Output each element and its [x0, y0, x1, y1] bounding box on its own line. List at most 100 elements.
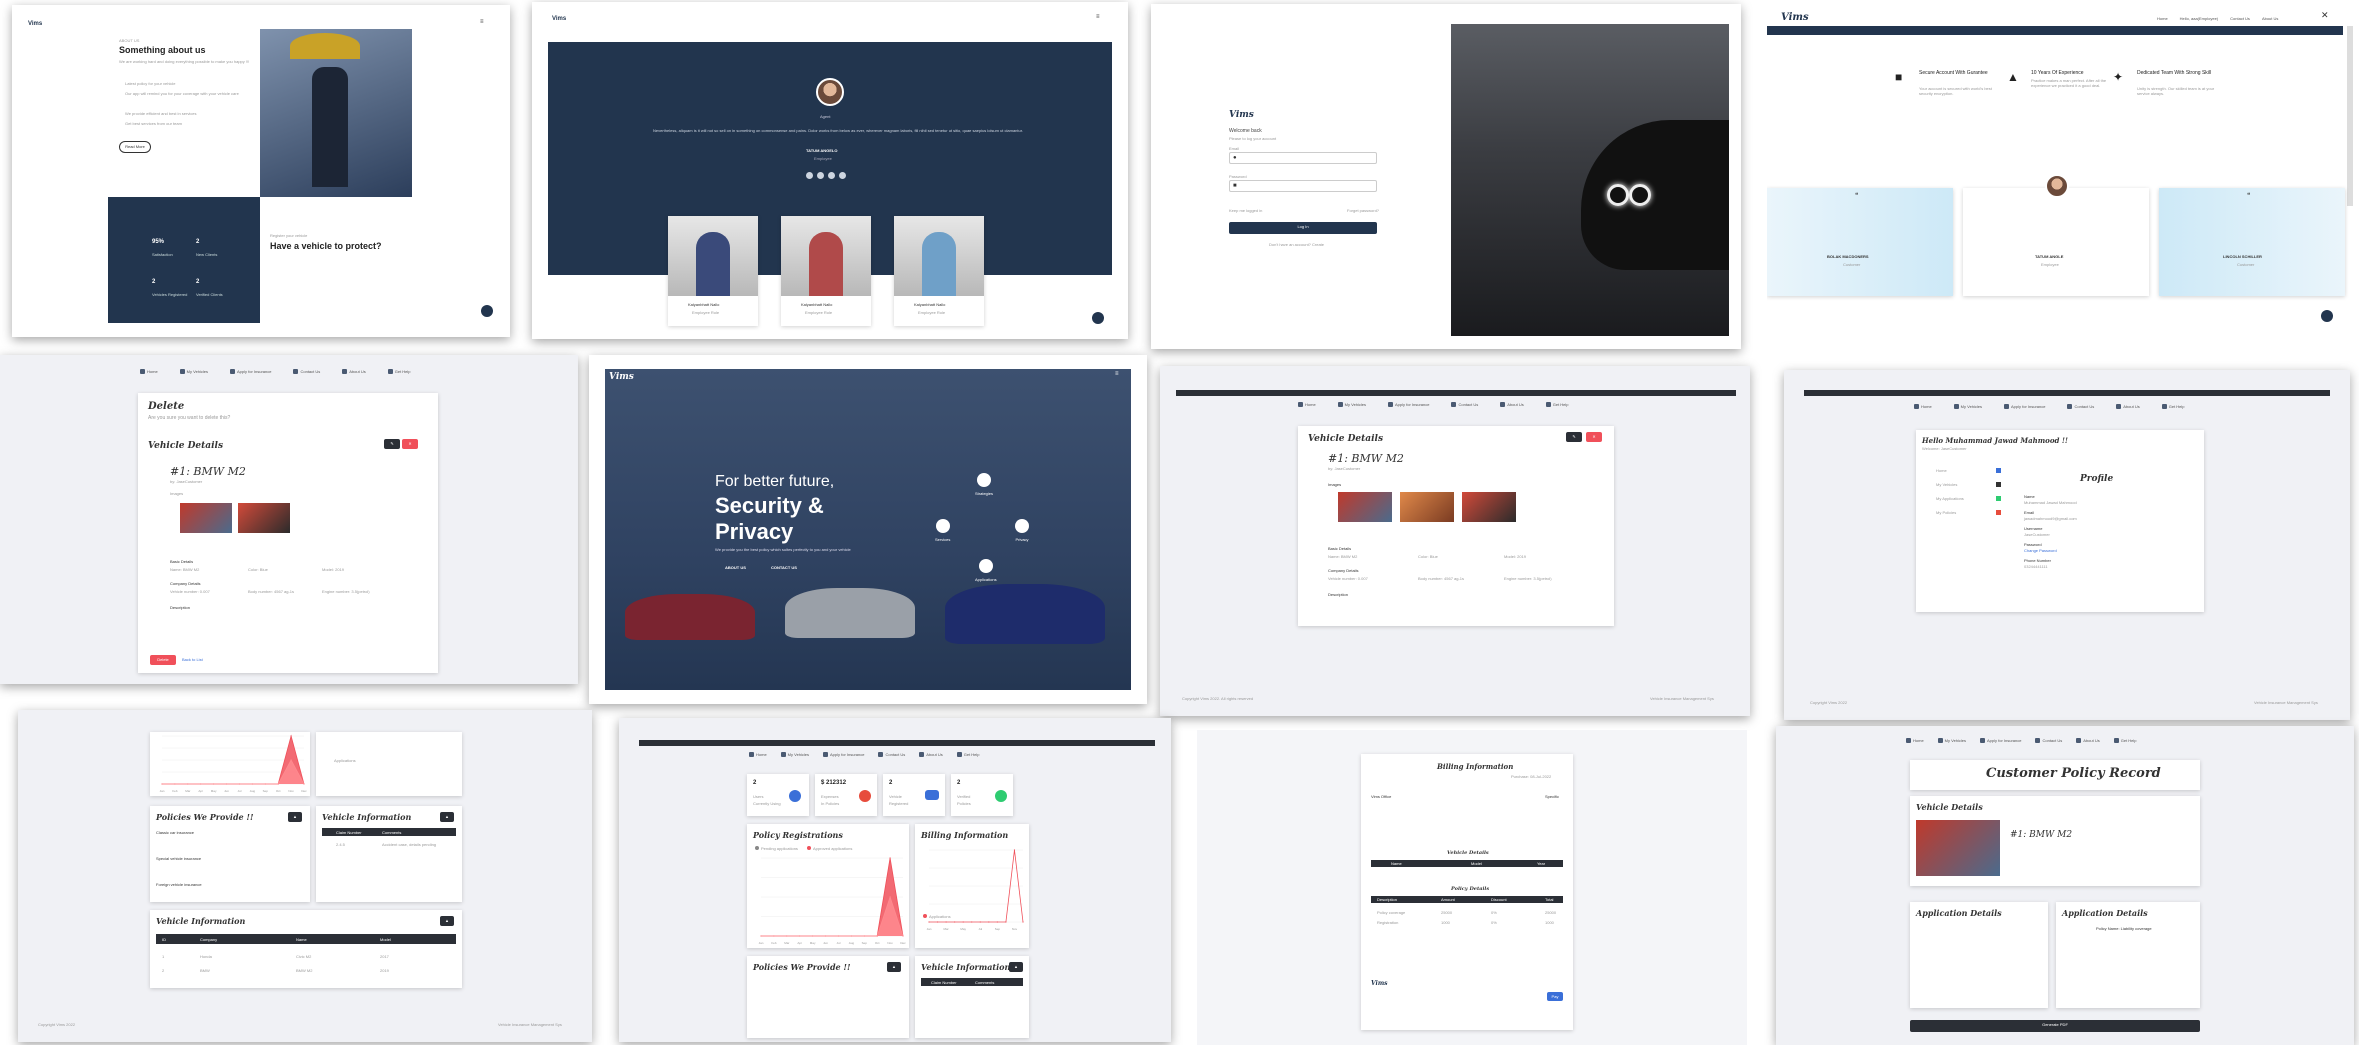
nav-help[interactable]: Get Help [2161, 404, 2185, 410]
signup-link[interactable]: Don't have an account? Create [1269, 242, 1324, 247]
team-name: Kalyanbhatt Nallo [688, 302, 720, 307]
email-field[interactable]: ● [1229, 152, 1377, 164]
menu-icon[interactable]: ≡ [1096, 14, 1100, 20]
brand-logo[interactable]: Vims [1229, 110, 1254, 120]
nav-contact[interactable]: Contact Us [2035, 738, 2062, 744]
nav-apply[interactable]: Apply for Insurance [1980, 738, 2021, 744]
x-tick-label: May [960, 927, 966, 931]
vehicle-image[interactable] [238, 503, 290, 533]
edit-button[interactable]: ✎ [384, 439, 400, 449]
login-button[interactable]: Log In [1229, 222, 1377, 234]
nav-user[interactable]: Hello, aaa(Employee) [2180, 16, 2218, 21]
detail-field: Name: BMW M2 [170, 567, 200, 572]
remember-checkbox[interactable]: Keep me logged in [1229, 208, 1262, 213]
nav-contact[interactable]: Contact Us [2230, 16, 2250, 21]
delete-button[interactable]: ✕ [1586, 432, 1602, 442]
facebook-icon[interactable] [806, 172, 813, 179]
about-us-button[interactable]: ABOUT US [725, 565, 746, 570]
scroll-top-button[interactable] [1092, 312, 1104, 324]
vehicle-info-toggle[interactable]: ▲ [1009, 962, 1023, 972]
stat-value: 2 [753, 780, 757, 786]
menu-icon[interactable]: ≡ [1115, 371, 1119, 377]
team-name: Kalyanbhatt Nallo [914, 302, 946, 307]
chart-title: Policy Registrations [753, 830, 843, 840]
profile-menu-item[interactable]: My Policies [1936, 510, 1956, 515]
change-password-link[interactable]: Change Password [2024, 548, 2057, 553]
nav-about[interactable]: About Us [1500, 402, 1524, 408]
brand-logo[interactable]: Vims [28, 21, 42, 27]
scrollbar[interactable] [2347, 26, 2353, 206]
confirm-delete-button[interactable]: Delete [150, 655, 176, 665]
data-point [773, 935, 775, 937]
nav-home[interactable]: Home [1298, 402, 1316, 408]
nav-about[interactable]: About Us [919, 752, 943, 758]
screenshot-features-page: Vims Home Hello, aaa(Employee) Contact U… [1767, 4, 2359, 340]
nav-apply[interactable]: Apply for Insurance [1388, 402, 1429, 408]
menu-icon[interactable]: ≡ [480, 19, 484, 25]
data-point [837, 935, 840, 937]
vehicle-image[interactable] [1338, 492, 1392, 522]
table-cell: 0% [1491, 920, 1497, 925]
nav-help[interactable]: Get Help [1545, 402, 1569, 408]
nav-about[interactable]: About Us [2076, 738, 2100, 744]
nav-help[interactable]: Get Help [956, 752, 980, 758]
nav-home[interactable]: Home [749, 752, 767, 758]
policies-toggle-button[interactable]: ▲ [288, 812, 302, 822]
nav-home[interactable]: Home [1906, 738, 1924, 744]
forgot-password-link[interactable]: Forget password? [1347, 208, 1379, 213]
twitter-icon[interactable] [817, 172, 824, 179]
vehicle-image[interactable] [1400, 492, 1454, 522]
nav-apply[interactable]: Apply for Insurance [230, 369, 271, 375]
password-field[interactable]: ■ [1229, 180, 1377, 192]
pay-button[interactable]: Pay [1547, 992, 1563, 1001]
generate-pdf-button[interactable]: Generate PDF [1910, 1020, 2200, 1032]
profile-menu-item[interactable]: Home [1936, 468, 1947, 473]
data-point [1013, 849, 1016, 851]
edit-button[interactable]: ✎ [1566, 432, 1582, 442]
nav-contact[interactable]: Contact Us [2067, 404, 2094, 410]
data-point [889, 857, 891, 859]
greeting: Hello Muhammad Jawad Mahmood !! [1922, 436, 2068, 445]
nav-vehicles[interactable]: My Vehicles [1953, 404, 1982, 410]
nav-label: Home [1305, 402, 1316, 407]
nav-vehicles[interactable]: My Vehicles [1337, 402, 1366, 408]
nav-home[interactable]: Home [140, 369, 158, 375]
nav-contact[interactable]: Contact Us [878, 752, 905, 758]
contact-us-button[interactable]: CONTACT US [771, 565, 797, 570]
linkedin-icon[interactable] [839, 172, 846, 179]
back-to-list-link[interactable]: Back to List [182, 657, 203, 662]
nav-about[interactable]: About Us [342, 369, 366, 375]
nav-vehicles[interactable]: My Vehicles [780, 752, 809, 758]
profile-menu-item[interactable]: My Vehicles [1936, 482, 1957, 487]
vehicle-image[interactable] [1462, 492, 1516, 522]
read-more-button[interactable]: Read More [119, 141, 151, 153]
brand-logo[interactable]: Vims [552, 16, 566, 22]
nav-apply[interactable]: Apply for Insurance [823, 752, 864, 758]
profile-menu-item[interactable]: My Applications [1936, 496, 1964, 501]
phone-icon [1451, 402, 1457, 408]
legend-swatch [923, 914, 927, 918]
scroll-top-button[interactable] [2321, 310, 2333, 322]
nav-contact[interactable]: Contact Us [1451, 402, 1478, 408]
feature-desc: Unity is strength. Our skilled team is a… [2137, 86, 2215, 96]
vehicle-table-toggle[interactable]: ▲ [440, 916, 454, 926]
nav-apply[interactable]: Apply for Insurance [2004, 404, 2045, 410]
close-icon[interactable]: ✕ [2321, 10, 2329, 21]
nav-vehicles[interactable]: My Vehicles [179, 369, 208, 375]
brand-logo[interactable]: Vims [609, 372, 634, 382]
nav-contact[interactable]: Contact Us [293, 369, 320, 375]
nav-about[interactable]: About Us [2116, 404, 2140, 410]
scroll-top-button[interactable] [481, 305, 493, 317]
policies-toggle-button[interactable]: ▲ [887, 962, 901, 972]
nav-home[interactable]: Home [1914, 404, 1932, 410]
nav-help[interactable]: Get Help [387, 369, 411, 375]
brand-logo[interactable]: Vims [1781, 12, 1809, 23]
instagram-icon[interactable] [828, 172, 835, 179]
vehicle-image[interactable] [180, 503, 232, 533]
nav-about[interactable]: About Us [2262, 16, 2278, 21]
delete-icon-button[interactable]: ✕ [402, 439, 418, 449]
nav-home[interactable]: Home [2157, 16, 2168, 21]
nav-help[interactable]: Get Help [2113, 738, 2137, 744]
vehicle-info-toggle[interactable]: ▲ [440, 812, 454, 822]
nav-vehicles[interactable]: My Vehicles [1937, 738, 1966, 744]
